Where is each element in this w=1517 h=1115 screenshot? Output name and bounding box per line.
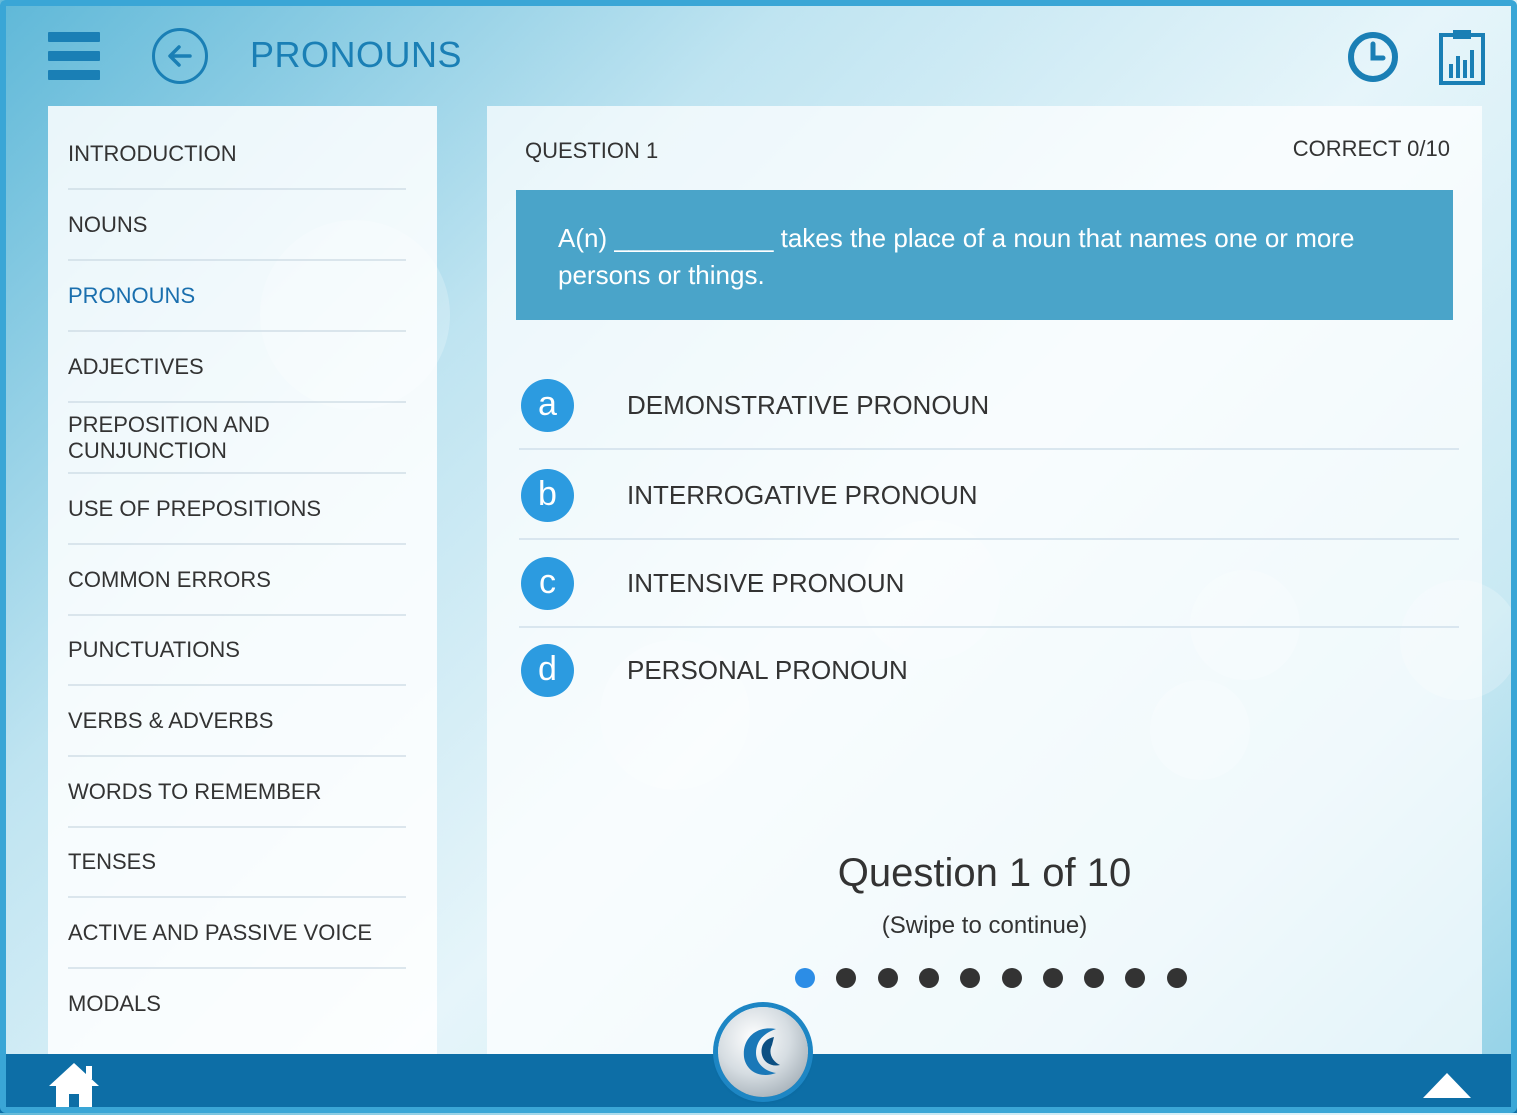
quiz-panel: QUESTION 1 CORRECT 0/10 A(n) ___________… xyxy=(487,106,1482,1054)
sidebar-item-introduction[interactable]: INTRODUCTION xyxy=(68,119,406,190)
hamburger-icon[interactable] xyxy=(48,32,100,82)
page-title: PRONOUNS xyxy=(250,34,463,75)
pagination-dot[interactable] xyxy=(1042,968,1063,988)
pagination-dot[interactable] xyxy=(1125,968,1146,988)
sidebar-item-verbs-adverbs[interactable]: VERBS & ADVERBS xyxy=(68,686,406,757)
sidebar-item-common-errors[interactable]: COMMON ERRORS xyxy=(68,545,406,616)
option-b[interactable]: b INTERROGATIVE PRONOUN xyxy=(519,452,1459,540)
pagination-dot[interactable] xyxy=(960,968,981,988)
score-counter: CORRECT 0/10 xyxy=(1292,136,1450,161)
option-text: INTERROGATIVE PRONOUN xyxy=(627,480,978,510)
option-text: INTENSIVE PRONOUN xyxy=(627,568,905,598)
option-c[interactable]: c INTENSIVE PRONOUN xyxy=(519,540,1459,628)
sidebar-item-tenses[interactable]: TENSES xyxy=(68,827,406,898)
pagination-dot[interactable] xyxy=(1166,968,1187,988)
sidebar-item-active-and-passive-voice[interactable]: ACTIVE AND PASSIVE VOICE xyxy=(68,898,406,969)
pagination-dot[interactable] xyxy=(1001,968,1022,988)
question-progress: Question 1 of 10 xyxy=(837,851,1132,895)
up-triangle-icon[interactable] xyxy=(1420,1070,1474,1102)
option-text: DEMONSTRATIVE PRONOUN xyxy=(627,390,990,420)
question-number: QUESTION 1 xyxy=(525,138,659,163)
sidebar-item-nouns[interactable]: NOUNS xyxy=(68,190,406,261)
option-badge: c xyxy=(521,557,574,610)
option-text: PERSONAL PRONOUN xyxy=(627,655,908,685)
option-d[interactable]: d PERSONAL PRONOUN xyxy=(519,627,1459,715)
pagination-dot[interactable] xyxy=(918,968,939,988)
app-header: PRONOUNS xyxy=(0,0,1517,105)
option-badge: a xyxy=(521,379,574,432)
home-icon[interactable] xyxy=(46,1060,102,1110)
topic-sidebar: INTRODUCTION NOUNS PRONOUNS ADJECTIVES P… xyxy=(48,106,437,1054)
option-badge: d xyxy=(521,644,574,697)
option-badge: b xyxy=(521,469,574,522)
pagination-dot[interactable] xyxy=(795,968,815,988)
sidebar-item-modals[interactable]: MODALS xyxy=(68,968,406,1039)
pagination-dot[interactable] xyxy=(836,968,857,988)
sidebar-item-punctuations[interactable]: PUNCTUATIONS xyxy=(68,615,406,686)
sidebar-item-preposition-and-conjunction[interactable]: PREPOSITION AND CUNJUNCTION xyxy=(68,403,406,474)
sidebar-item-words-to-remember[interactable]: WORDS TO REMEMBER xyxy=(68,757,406,828)
clock-icon[interactable] xyxy=(1346,30,1400,84)
question-text: A(n) ___________ takes the place of a no… xyxy=(516,190,1453,320)
pagination-dot[interactable] xyxy=(877,968,898,988)
sidebar-item-use-of-prepositions[interactable]: USE OF PREPOSITIONS xyxy=(68,474,406,545)
swipe-hint: (Swipe to continue) xyxy=(881,912,1088,939)
pagination-dot[interactable] xyxy=(1084,968,1105,988)
app-logo[interactable] xyxy=(718,1007,808,1097)
sidebar-item-pronouns[interactable]: PRONOUNS xyxy=(68,261,406,332)
back-arrow-icon[interactable] xyxy=(152,28,208,84)
sidebar-item-adjectives[interactable]: ADJECTIVES xyxy=(68,332,406,403)
report-clipboard-icon[interactable] xyxy=(1438,28,1486,86)
option-a[interactable]: a DEMONSTRATIVE PRONOUN xyxy=(519,362,1459,450)
